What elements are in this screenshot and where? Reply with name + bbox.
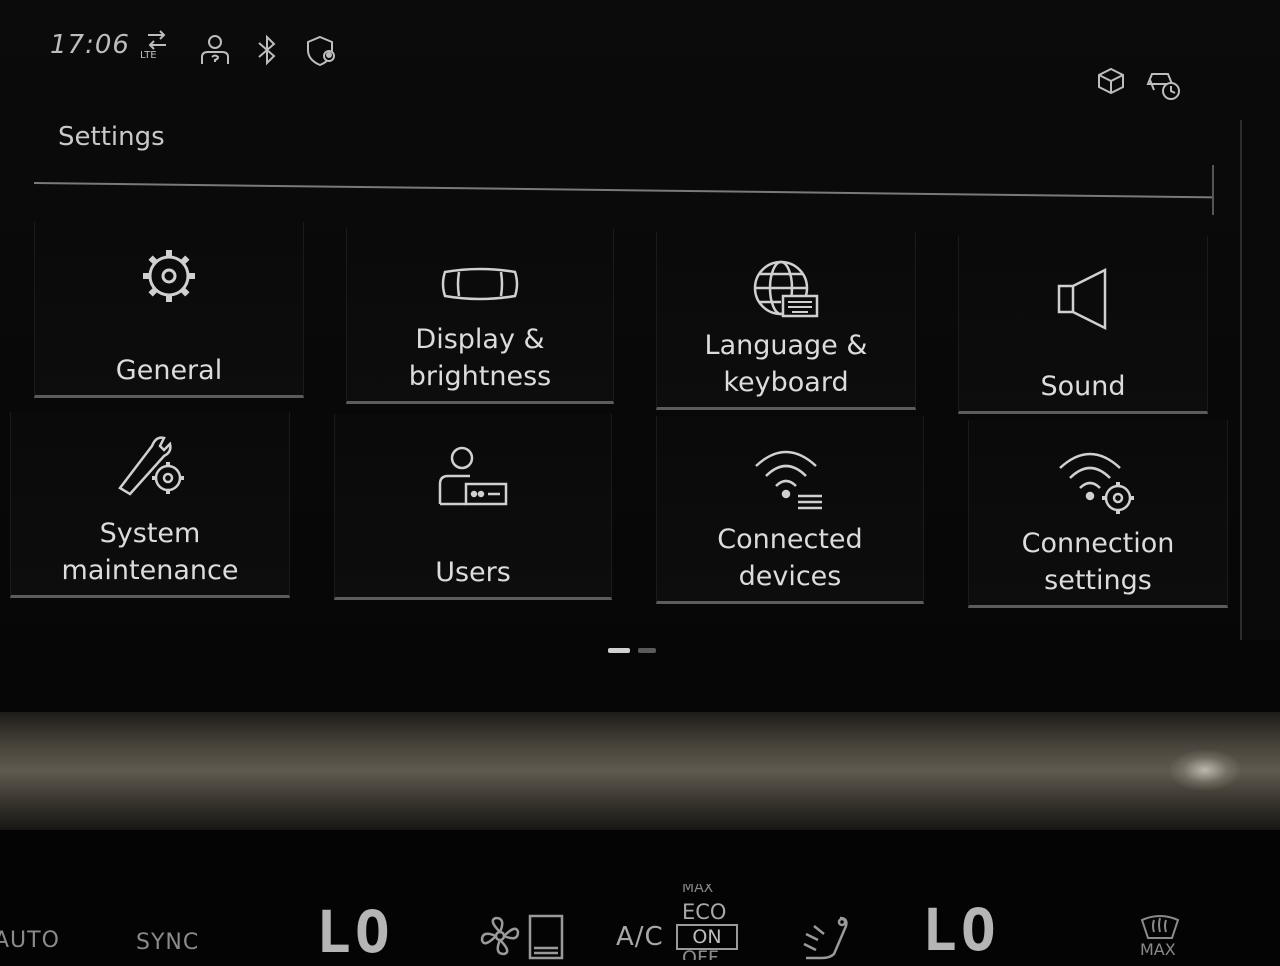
tile-general[interactable]: General	[34, 222, 304, 398]
auto-button[interactable]: AUTO	[0, 928, 60, 953]
data-transfer-icon	[142, 30, 172, 52]
title-divider-end	[1212, 165, 1214, 215]
tile-label: Language & keyboard	[704, 330, 868, 398]
rear-defrost-icon[interactable]	[1138, 912, 1182, 942]
page-title: Settings	[58, 122, 165, 152]
gear-icon	[137, 244, 201, 308]
sync-button[interactable]: SYNC	[136, 930, 199, 955]
tile-display-brightness[interactable]: Display & brightness	[346, 228, 614, 404]
wrench-gear-icon	[112, 432, 188, 498]
side-panel-edge	[1240, 120, 1280, 640]
bezel-reflection	[1170, 750, 1240, 790]
tile-system-maintenance[interactable]: System maintenance	[10, 412, 290, 598]
status-bar: 17:06 LTE	[0, 0, 1280, 100]
eco-on-indicator[interactable]: ON	[676, 924, 738, 950]
clock: 17:06	[50, 30, 130, 60]
infotainment-screen: 17:06 LTE Settings General Display & bri…	[0, 0, 1280, 712]
tile-label: Sound	[1040, 371, 1126, 402]
cube-icon[interactable]	[1096, 66, 1126, 96]
defrost-max-label: MAX	[1140, 940, 1176, 959]
display-icon	[439, 264, 521, 304]
bluetooth-icon[interactable]	[254, 34, 280, 66]
left-temperature[interactable]: LO	[316, 898, 394, 966]
wifi-list-icon	[752, 444, 828, 514]
ac-button[interactable]: A/C	[616, 922, 664, 952]
screen-bezel	[0, 712, 1280, 830]
tile-label: General	[115, 355, 223, 386]
tile-language-keyboard[interactable]: Language & keyboard	[656, 232, 916, 410]
eco-off-label: OFF	[682, 948, 719, 960]
globe-keyboard-icon	[751, 258, 821, 322]
max-ac-label: MAX	[682, 884, 714, 894]
tile-users[interactable]: Users	[334, 414, 612, 600]
page-dot-active[interactable]	[608, 648, 630, 653]
user-unknown-icon[interactable]	[198, 33, 232, 67]
wifi-gear-icon	[1056, 446, 1140, 520]
eco-label[interactable]: ECO	[682, 900, 726, 924]
page-dot[interactable]	[638, 648, 656, 653]
network-label: LTE	[140, 50, 157, 61]
tile-connected-devices[interactable]: Connected devices	[656, 416, 924, 604]
right-temperature[interactable]: LO	[922, 896, 1000, 964]
seat-airflow-icon[interactable]	[800, 914, 852, 960]
tile-sound[interactable]: Sound	[958, 236, 1208, 414]
tile-label: Display & brightness	[408, 324, 552, 392]
user-card-icon	[436, 444, 510, 510]
tile-connection-settings[interactable]: Connection settings	[968, 420, 1228, 608]
tile-label: Connection settings	[1021, 528, 1175, 596]
privacy-location-icon[interactable]	[304, 34, 338, 68]
climate-panel: AUTO SYNC LO A/C MAX ECO ON OFF LO MAX	[0, 830, 1280, 966]
speaker-icon	[1055, 266, 1111, 332]
title-divider	[33, 182, 1214, 199]
tile-label: System maintenance	[61, 518, 239, 586]
tile-label: Connected devices	[717, 524, 863, 592]
vehicle-timer-icon[interactable]	[1144, 66, 1182, 102]
tile-label: Users	[435, 557, 511, 588]
fan-icon[interactable]	[480, 914, 566, 960]
